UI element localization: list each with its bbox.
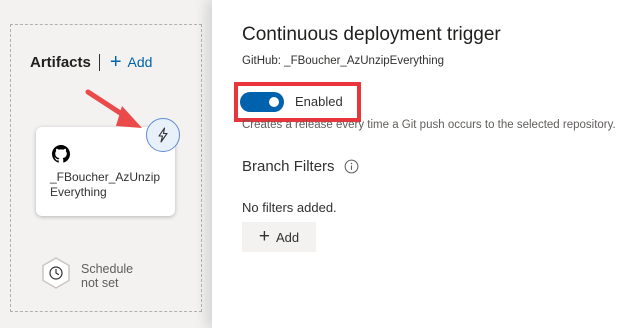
trigger-settings-panel: Continuous deployment trigger GitHub: _F… — [212, 0, 641, 328]
github-icon — [52, 145, 70, 163]
info-icon[interactable] — [344, 159, 359, 174]
enabled-toggle[interactable] — [240, 92, 284, 112]
branch-filters-header: Branch Filters — [242, 158, 359, 175]
artifact-name: _FBoucher_AzUnzipEverything — [50, 170, 161, 199]
artifacts-header: Artifacts + Add — [30, 52, 152, 72]
lightning-bolt-icon — [158, 127, 168, 143]
toggle-description: Creates a release every time a Git push … — [242, 119, 616, 131]
annotation-arrow-icon — [85, 89, 142, 128]
toggle-knob — [269, 97, 279, 107]
header-divider — [98, 53, 100, 71]
schedule-trigger[interactable]: Schedule not set — [40, 256, 133, 290]
branch-filters-title: Branch Filters — [242, 158, 335, 175]
schedule-label: Schedule not set — [81, 262, 133, 290]
panel-title: Continuous deployment trigger — [242, 24, 501, 45]
add-branch-filter-button[interactable]: + Add — [242, 222, 316, 252]
add-filter-label: Add — [275, 229, 300, 245]
schedule-label-line2: not set — [81, 276, 119, 290]
pipeline-canvas: Artifacts + Add _FBoucher_AzUnzipEveryth… — [0, 0, 212, 328]
panel-subtitle: GitHub: _FBoucher_AzUnzipEverything — [242, 55, 444, 67]
continuous-deployment-trigger-button[interactable] — [146, 118, 180, 152]
plus-icon: + — [258, 226, 270, 247]
toggle-label: Enabled — [295, 94, 343, 109]
add-artifact-button[interactable]: + Add — [109, 51, 153, 73]
no-filters-text: No filters added. — [242, 200, 337, 215]
add-artifact-label: Add — [127, 54, 153, 70]
schedule-label-line1: Schedule — [81, 262, 134, 276]
artifacts-title: Artifacts — [30, 53, 91, 71]
clock-icon — [42, 257, 70, 289]
plus-icon: + — [109, 51, 122, 73]
